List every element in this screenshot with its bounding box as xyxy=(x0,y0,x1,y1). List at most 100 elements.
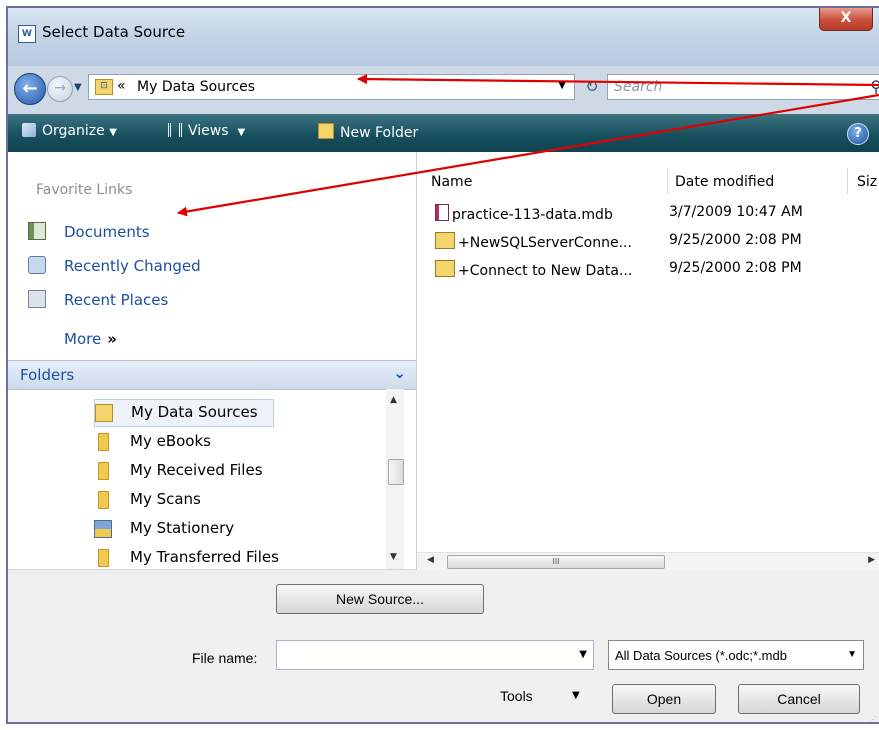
search-placeholder: Search xyxy=(614,79,663,95)
recent-places-icon xyxy=(28,290,46,308)
cancel-button[interactable]: Cancel xyxy=(738,684,860,714)
views-button[interactable]: Views ▼ xyxy=(168,123,245,139)
window-title: Select Data Source xyxy=(42,23,186,41)
chevron-down-icon: ▼ xyxy=(109,127,117,138)
new-folder-label: New Folder xyxy=(340,125,419,141)
chevron-down-icon[interactable]: ▼ xyxy=(558,80,566,91)
double-chevron-icon: » xyxy=(107,330,117,348)
favorite-recently-changed[interactable]: Recently Changed xyxy=(28,256,201,275)
resize-grip[interactable]: ⋰ xyxy=(869,715,877,722)
search-icon[interactable]: ⚲ xyxy=(870,77,879,96)
folder-tree: My Data Sources My eBooks My Received Fi… xyxy=(8,389,416,569)
data-sources-folder-icon: ⊡ xyxy=(95,79,113,95)
tree-item-label: My Stationery xyxy=(130,519,235,537)
organize-button[interactable]: Organize ▼ xyxy=(22,123,117,139)
forward-button[interactable]: → xyxy=(47,76,73,102)
title-bar: W Select Data Source X xyxy=(8,8,879,66)
new-folder-icon xyxy=(318,123,334,139)
chevron-down-icon[interactable]: ⌄ xyxy=(393,364,406,382)
forward-arrow-icon: → xyxy=(54,80,66,96)
folder-icon xyxy=(98,549,109,567)
file-list-pane: Name Date modified Siz practice-113-data… xyxy=(417,152,879,570)
address-bar[interactable]: ⊡ « My Data Sources ▼ xyxy=(88,74,575,100)
favorite-recently-changed-label: Recently Changed xyxy=(64,257,201,275)
column-divider[interactable] xyxy=(847,168,848,194)
file-name-field[interactable]: ▼ xyxy=(276,640,594,670)
column-header-date-modified[interactable]: Date modified xyxy=(675,174,774,190)
folder-icon xyxy=(98,462,109,480)
recently-changed-icon xyxy=(28,256,46,274)
close-button[interactable]: X xyxy=(819,8,873,31)
folders-title: Folders xyxy=(20,366,75,384)
file-row[interactable]: +NewSQLServerConne... 9/25/2000 2:08 PM xyxy=(435,232,802,256)
search-input[interactable]: Search ⚲ xyxy=(607,74,879,100)
file-list-hscrollbar[interactable]: ◀ III ▶ xyxy=(417,552,879,570)
column-header-size[interactable]: Siz xyxy=(857,174,877,190)
select-data-source-dialog: W Select Data Source X ← → ▼ ⊡ « My Data… xyxy=(6,6,879,724)
file-name: practice-113-data.mdb xyxy=(452,207,613,223)
organize-icon xyxy=(22,123,36,137)
favorite-documents-label: Documents xyxy=(64,223,150,241)
new-source-button[interactable]: New Source... xyxy=(276,584,484,614)
favorite-recent-places[interactable]: Recent Places xyxy=(28,290,168,309)
scroll-up-icon[interactable]: ▲ xyxy=(390,395,397,405)
favorite-documents[interactable]: Documents xyxy=(28,222,150,241)
more-links[interactable]: More » xyxy=(64,330,117,348)
stationery-folder-icon xyxy=(94,520,112,538)
folder-icon xyxy=(98,491,109,509)
file-row[interactable]: practice-113-data.mdb 3/7/2009 10:47 AM xyxy=(435,204,803,228)
folder-tree-scrollbar[interactable]: ▲ ▼ xyxy=(386,389,404,569)
command-toolbar: Organize ▼ Views ▼ New Folder ? xyxy=(8,114,879,152)
organize-label: Organize xyxy=(42,123,105,139)
chevron-down-icon[interactable]: ▼ xyxy=(579,649,587,660)
file-date: 9/25/2000 2:08 PM xyxy=(669,232,802,248)
views-label: Views xyxy=(188,123,229,139)
scroll-thumb[interactable] xyxy=(388,459,404,485)
new-folder-button[interactable]: New Folder xyxy=(318,123,418,141)
file-date: 3/7/2009 10:47 AM xyxy=(669,204,803,220)
mdb-file-icon xyxy=(435,204,449,221)
refresh-icon[interactable]: ↻ xyxy=(580,75,604,99)
file-type-value: All Data Sources (*.odc;*.mdb xyxy=(615,648,787,663)
file-name-label: File name: xyxy=(192,650,258,666)
folders-header[interactable]: Folders ⌄ xyxy=(8,360,416,390)
file-name: +NewSQLServerConne... xyxy=(458,235,632,251)
column-header-name[interactable]: Name xyxy=(431,174,472,190)
more-label: More xyxy=(64,330,102,348)
scroll-thumb[interactable]: III xyxy=(447,555,665,569)
file-date: 9/25/2000 2:08 PM xyxy=(669,260,802,276)
file-row[interactable]: +Connect to New Data... 9/25/2000 2:08 P… xyxy=(435,260,802,284)
data-sources-folder-icon xyxy=(95,404,113,422)
scroll-down-icon[interactable]: ▼ xyxy=(390,552,397,562)
tree-item-label: My eBooks xyxy=(130,432,211,450)
back-arrow-icon: ← xyxy=(22,78,38,99)
tree-item-label: My Transferred Files xyxy=(130,548,279,566)
tree-item-label: My Received Files xyxy=(130,461,263,479)
folder-icon xyxy=(98,433,109,451)
tree-item-label: My Data Sources xyxy=(131,403,258,421)
chevron-down-icon[interactable]: ▼ xyxy=(847,649,857,660)
navigation-pane: Favorite Links Documents Recently Change… xyxy=(8,152,417,569)
history-dropdown-icon[interactable]: ▼ xyxy=(74,82,82,93)
tools-button[interactable]: Tools xyxy=(500,688,533,704)
documents-icon xyxy=(28,222,46,240)
favorite-links-header: Favorite Links xyxy=(36,182,133,198)
open-button[interactable]: Open xyxy=(612,684,716,714)
chevron-down-icon: ▼ xyxy=(237,127,246,138)
chevron-down-icon[interactable]: ▼ xyxy=(572,690,580,701)
scroll-left-icon[interactable]: ◀ xyxy=(427,555,434,565)
dialog-footer: New Source... File name: ▼ All Data Sour… xyxy=(8,570,879,722)
back-button[interactable]: ← xyxy=(14,73,46,105)
breadcrumb-current[interactable]: My Data Sources xyxy=(137,79,255,95)
scroll-right-icon[interactable]: ▶ xyxy=(868,555,875,565)
odc-file-icon xyxy=(435,232,455,249)
tree-item-label: My Scans xyxy=(130,490,201,508)
file-name: +Connect to New Data... xyxy=(458,263,633,279)
file-type-select[interactable]: All Data Sources (*.odc;*.mdb ▼ xyxy=(608,640,864,670)
column-divider[interactable] xyxy=(667,168,668,194)
breadcrumb-overflow[interactable]: « xyxy=(117,78,126,94)
favorite-recent-places-label: Recent Places xyxy=(64,291,169,309)
help-icon[interactable]: ? xyxy=(847,123,869,145)
word-app-icon: W xyxy=(18,25,36,43)
tree-item-my-data-sources[interactable]: My Data Sources xyxy=(94,399,274,427)
